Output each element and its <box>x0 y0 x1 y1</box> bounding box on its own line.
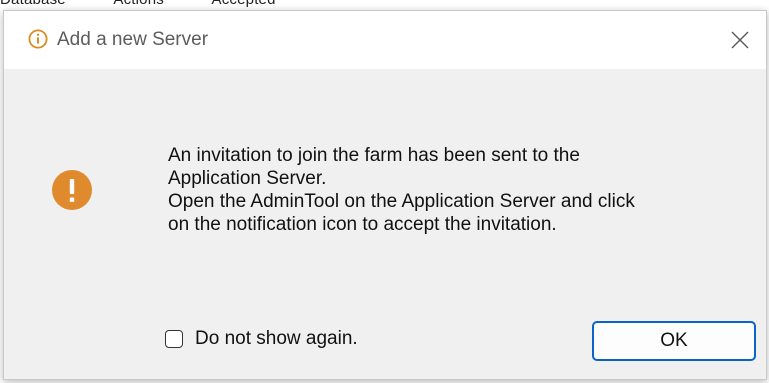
info-icon <box>28 29 48 49</box>
message-line: on the notification icon to accept the i… <box>168 214 557 235</box>
checkbox-label: Do not show again. <box>195 328 358 349</box>
do-not-show-again-checkbox[interactable]: Do not show again. <box>165 328 358 350</box>
close-button[interactable] <box>714 11 766 69</box>
background-header-row: Database Actions Accepted <box>0 0 320 8</box>
message-line: Application Server. <box>168 168 327 189</box>
warning-icon <box>52 170 92 210</box>
background-label: Database <box>0 0 66 8</box>
message-line: An invitation to join the farm has been … <box>168 145 580 166</box>
close-icon <box>731 31 749 49</box>
dialog-titlebar: Add a new Server <box>4 11 766 69</box>
ok-button[interactable]: OK <box>592 321 756 361</box>
checkbox-box[interactable] <box>165 330 183 348</box>
dialog-message: An invitation to join the farm has been … <box>168 144 768 236</box>
background-label: Accepted <box>212 0 276 8</box>
message-line: Open the AdminTool on the Application Se… <box>168 191 635 212</box>
dialog-title: Add a new Server <box>57 29 209 50</box>
add-server-dialog: Add a new Server An invitation to join t… <box>3 10 767 380</box>
background-label: Actions <box>113 0 164 8</box>
